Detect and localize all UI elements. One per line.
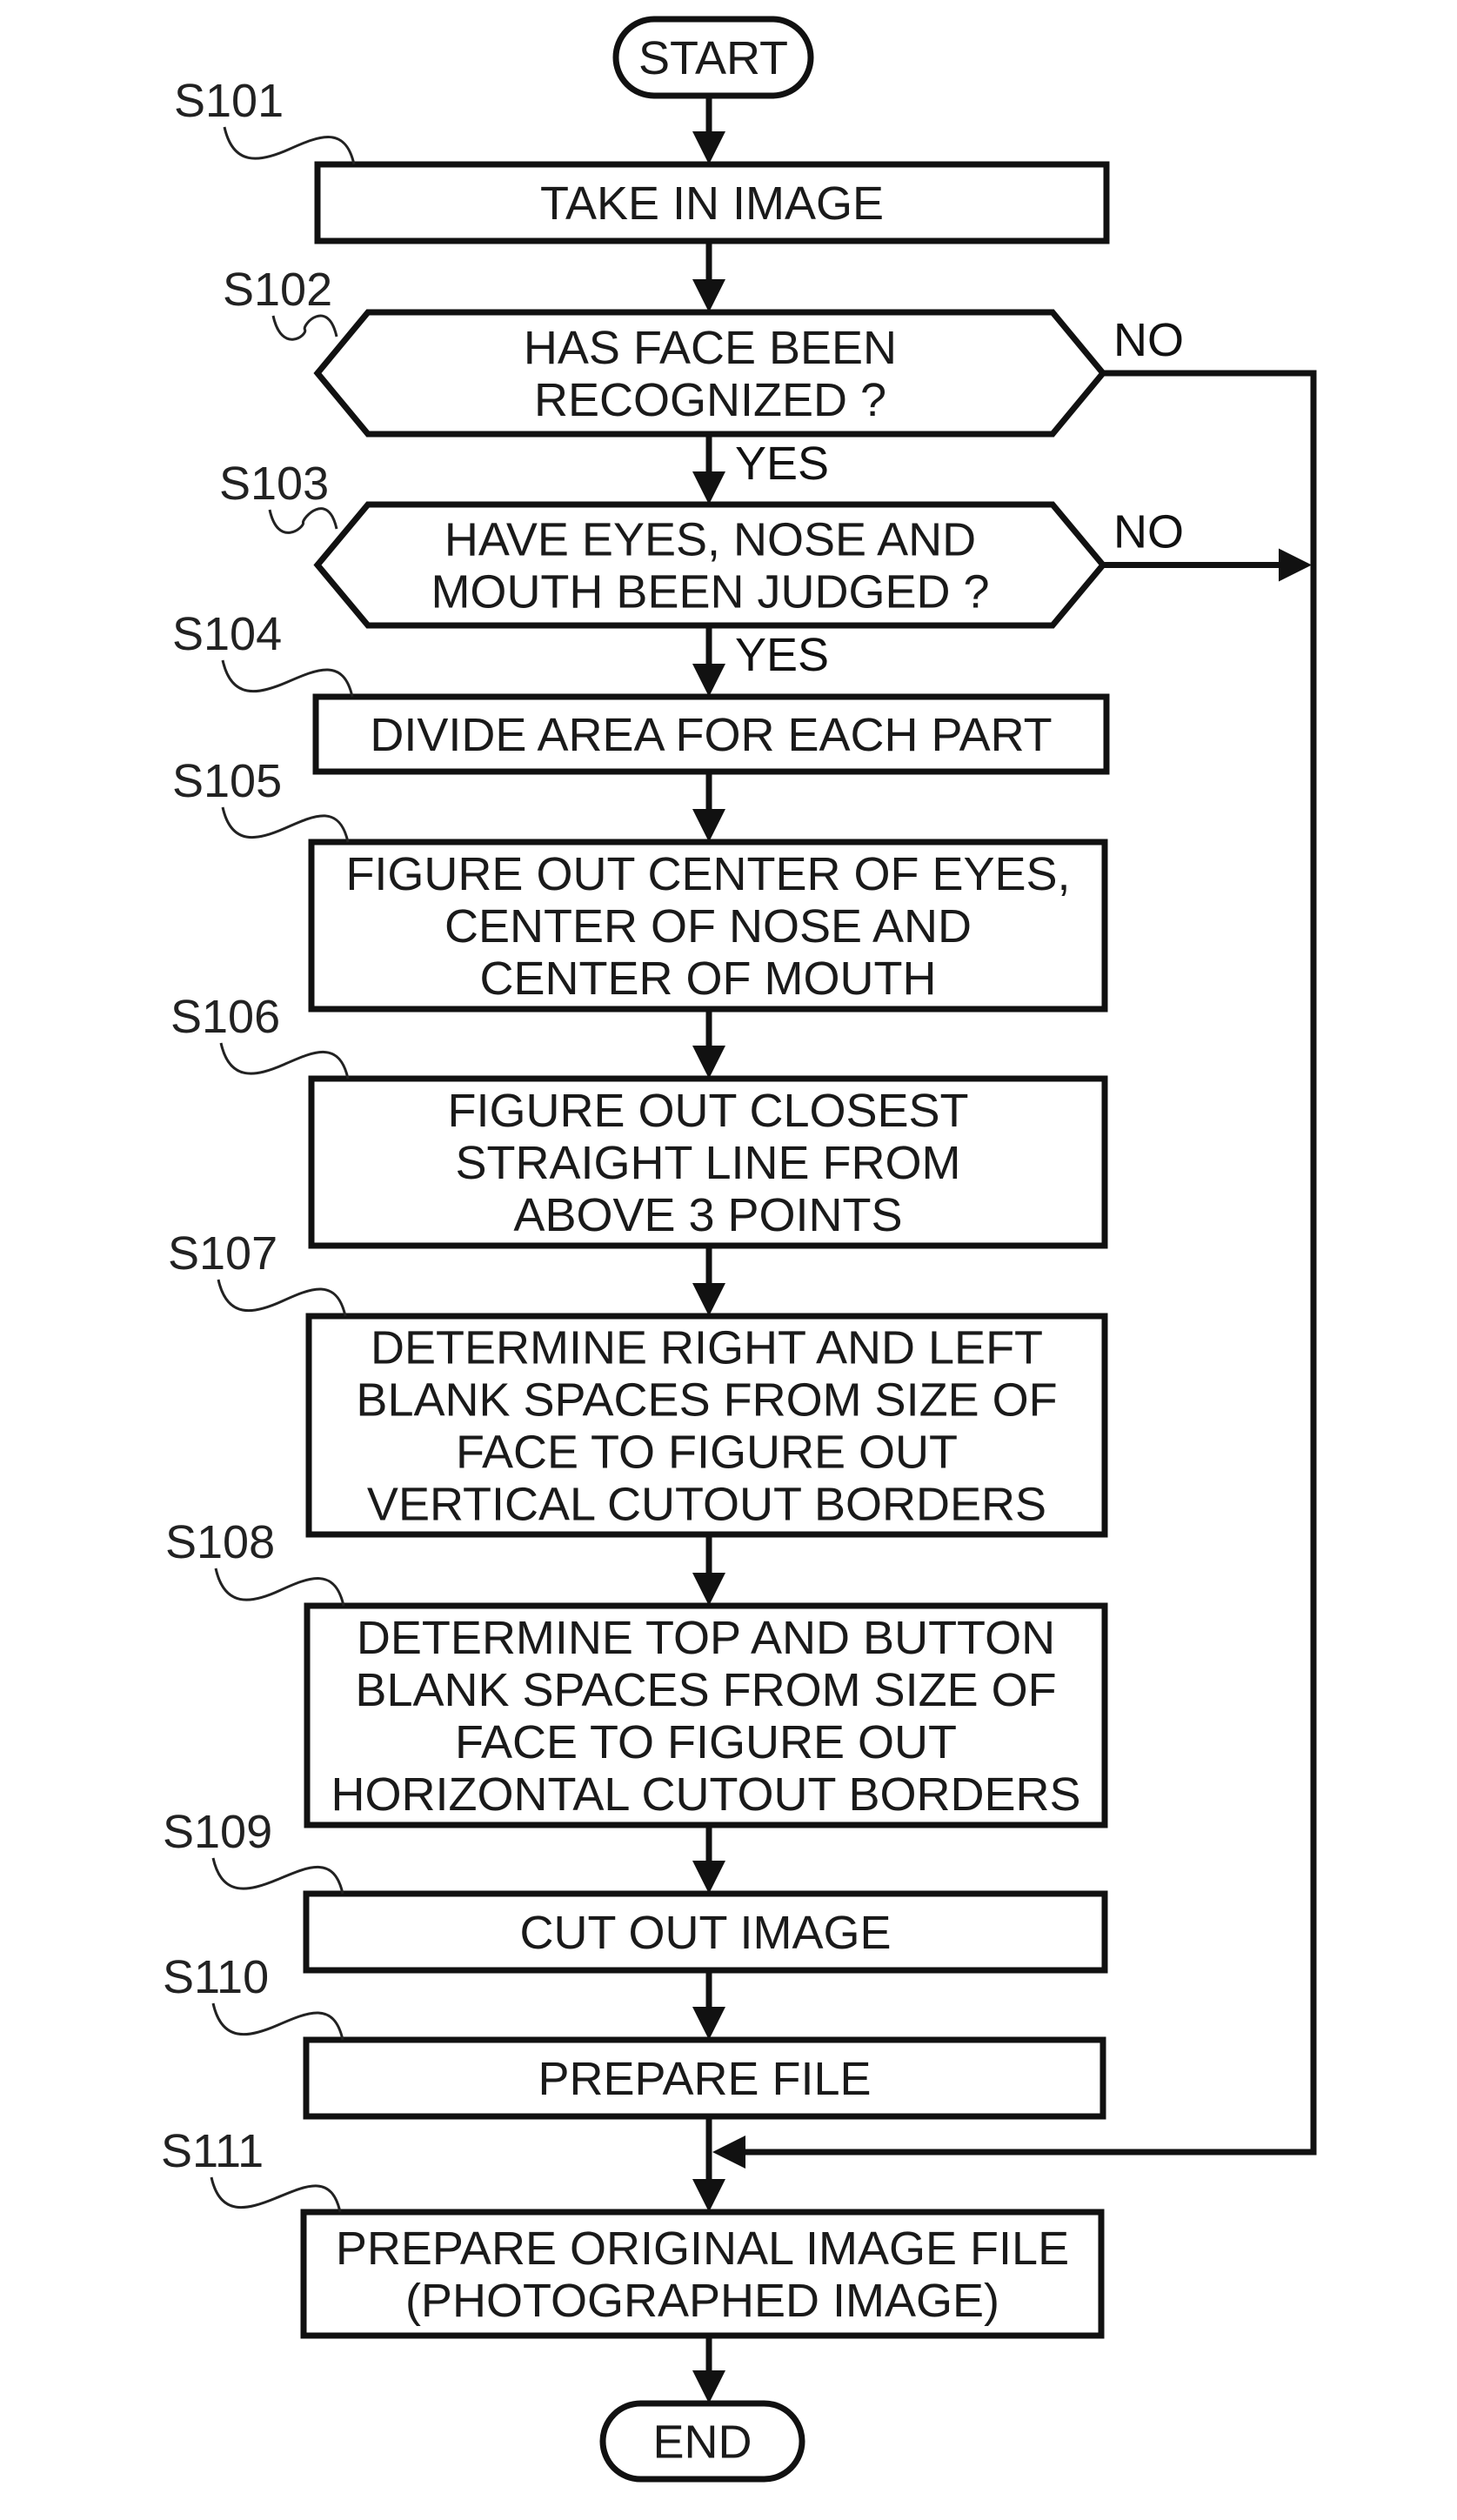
step-s107-ref-label: S107 — [168, 1227, 277, 1280]
end-label: END — [652, 2416, 752, 2469]
edge-s101-s102-arrowhead-icon — [692, 279, 725, 312]
step-s102-no-label: NO — [1113, 314, 1184, 366]
step-s110-ref-label: S110 — [163, 1951, 269, 2003]
step-s105-text-line: CENTER OF NOSE AND — [444, 900, 972, 953]
edge-s102-s103-yes-arrowhead-icon — [692, 471, 725, 505]
edge-s105-s106-arrowhead-icon — [692, 1046, 725, 1079]
flowchart: START END TAKE IN IMAGE HAS FACE BEEN RECOGN… — [161, 16, 1317, 2483]
step-s103-yes-label: YES — [735, 629, 829, 681]
step-s109-text: CUT OUT IMAGE — [519, 1907, 891, 1959]
step-s103-leader-line — [268, 507, 338, 534]
step-s106-text-line: STRAIGHT LINE FROM — [455, 1137, 960, 1189]
step-s106-text-line: ABOVE 3 POINTS — [513, 1189, 902, 1241]
step-s108-text-line: HORIZONTAL CUTOUT BORDERS — [331, 1768, 1080, 1821]
step-s108-leader-line — [214, 1567, 345, 1607]
edge-s108-s109-arrowhead-icon — [692, 1861, 725, 1894]
step-s103-ref-label: S103 — [219, 458, 329, 510]
step-s106-text-line: FIGURE OUT CLOSEST — [447, 1085, 968, 1137]
step-s104-leader-line — [221, 659, 354, 698]
step-s108-ref-label: S108 — [165, 1516, 275, 1568]
step-s101-leader-line — [223, 126, 356, 165]
step-s101-text-line: TAKE IN IMAGE — [540, 177, 884, 230]
edge-s103-s104-yes-arrowhead-icon — [692, 664, 725, 697]
step-s105-leader-line — [221, 806, 350, 843]
step-s110-text: PREPARE FILE — [538, 2053, 871, 2105]
step-s101-text: TAKE IN IMAGE — [540, 177, 884, 230]
step-s105-text-line: CENTER OF MOUTH — [480, 953, 937, 1005]
merge-arrowhead-icon — [712, 2136, 745, 2169]
edge-s107-s108-arrowhead-icon — [692, 1573, 725, 1606]
step-s106-leader-line — [219, 1042, 350, 1080]
edge-s106-s107-arrowhead-icon — [692, 1283, 725, 1316]
step-s109-ref-label: S109 — [163, 1806, 272, 1858]
start-label: START — [638, 32, 788, 84]
step-s107-leader-line — [217, 1279, 347, 1317]
step-s107-text-line: VERTICAL CUTOUT BORDERS — [367, 1479, 1046, 1531]
step-s102-text-line: RECOGNIZED ? — [534, 374, 886, 426]
step-s110-text-line: PREPARE FILE — [538, 2053, 871, 2105]
step-s104-text-line: DIVIDE AREA FOR EACH PART — [370, 709, 1052, 761]
step-s107-text: DETERMINE RIGHT AND LEFT BLANK SPACES FRO… — [356, 1322, 1057, 1531]
step-s107-text-line: BLANK SPACES FROM SIZE OF — [356, 1374, 1057, 1427]
step-s104-text: DIVIDE AREA FOR EACH PART — [370, 709, 1052, 761]
step-s103-text-line: MOUTH BEEN JUDGED ? — [431, 566, 989, 618]
step-s106-ref-label: S106 — [170, 991, 280, 1043]
edge-s109-s110-arrowhead-icon — [692, 2007, 725, 2040]
step-s102-text-line: HAS FACE BEEN — [524, 322, 897, 374]
edge-s104-s105-arrowhead-icon — [692, 809, 725, 842]
step-s111-text-line: PREPARE ORIGINAL IMAGE FILE — [336, 2223, 1069, 2275]
step-s107-text-line: FACE TO FIGURE OUT — [456, 1427, 958, 1479]
step-s109-leader-line — [211, 1857, 344, 1895]
step-s105-text-line: FIGURE OUT CENTER OF EYES, — [345, 848, 1070, 900]
edge-s111-end-arrowhead-icon — [692, 2370, 725, 2403]
step-s105-ref-label: S105 — [172, 755, 282, 807]
step-s104-ref-label: S104 — [172, 608, 282, 660]
step-s110-leader-line — [211, 2002, 344, 2041]
step-s109-text-line: CUT OUT IMAGE — [519, 1907, 891, 1959]
step-s101-ref-label: S101 — [174, 75, 284, 127]
step-s102-yes-label: YES — [735, 438, 829, 490]
step-s111-leader-line — [210, 2176, 342, 2213]
edge-start-s101-arrowhead-icon — [692, 131, 725, 164]
step-s111-text-line: (PHOTOGRAPHED IMAGE) — [405, 2275, 999, 2327]
step-s108-text-line: FACE TO FIGURE OUT — [455, 1716, 957, 1768]
step-s102-text: HAS FACE BEEN RECOGNIZED ? — [524, 322, 897, 426]
step-s106-text: FIGURE OUT CLOSEST STRAIGHT LINE FROM ABOV… — [447, 1085, 968, 1241]
step-s111-ref-label: S111 — [161, 2125, 264, 2177]
step-s103-no-label: NO — [1113, 506, 1184, 558]
step-s103-text-line: HAVE EYES, NOSE AND — [444, 514, 976, 566]
step-s108-text-line: DETERMINE TOP AND BUTTON — [357, 1612, 1055, 1664]
step-s108-text-line: BLANK SPACES FROM SIZE OF — [355, 1664, 1056, 1716]
edge-s103-no-arrowhead-icon — [1279, 548, 1312, 582]
step-s111-text: PREPARE ORIGINAL IMAGE FILE (PHOTOGRAPHED… — [336, 2223, 1069, 2327]
step-s102-ref-label: S102 — [223, 264, 332, 316]
step-s102-leader-line — [271, 314, 338, 341]
edge-s110-s111-arrowhead-icon — [692, 2179, 725, 2212]
nodes: START END TAKE IN IMAGE HAS FACE BEEN RECOGN… — [300, 16, 1110, 2483]
step-s103-text: HAVE EYES, NOSE AND MOUTH BEEN JUDGED ? — [431, 514, 989, 618]
step-s107-text-line: DETERMINE RIGHT AND LEFT — [371, 1322, 1043, 1374]
